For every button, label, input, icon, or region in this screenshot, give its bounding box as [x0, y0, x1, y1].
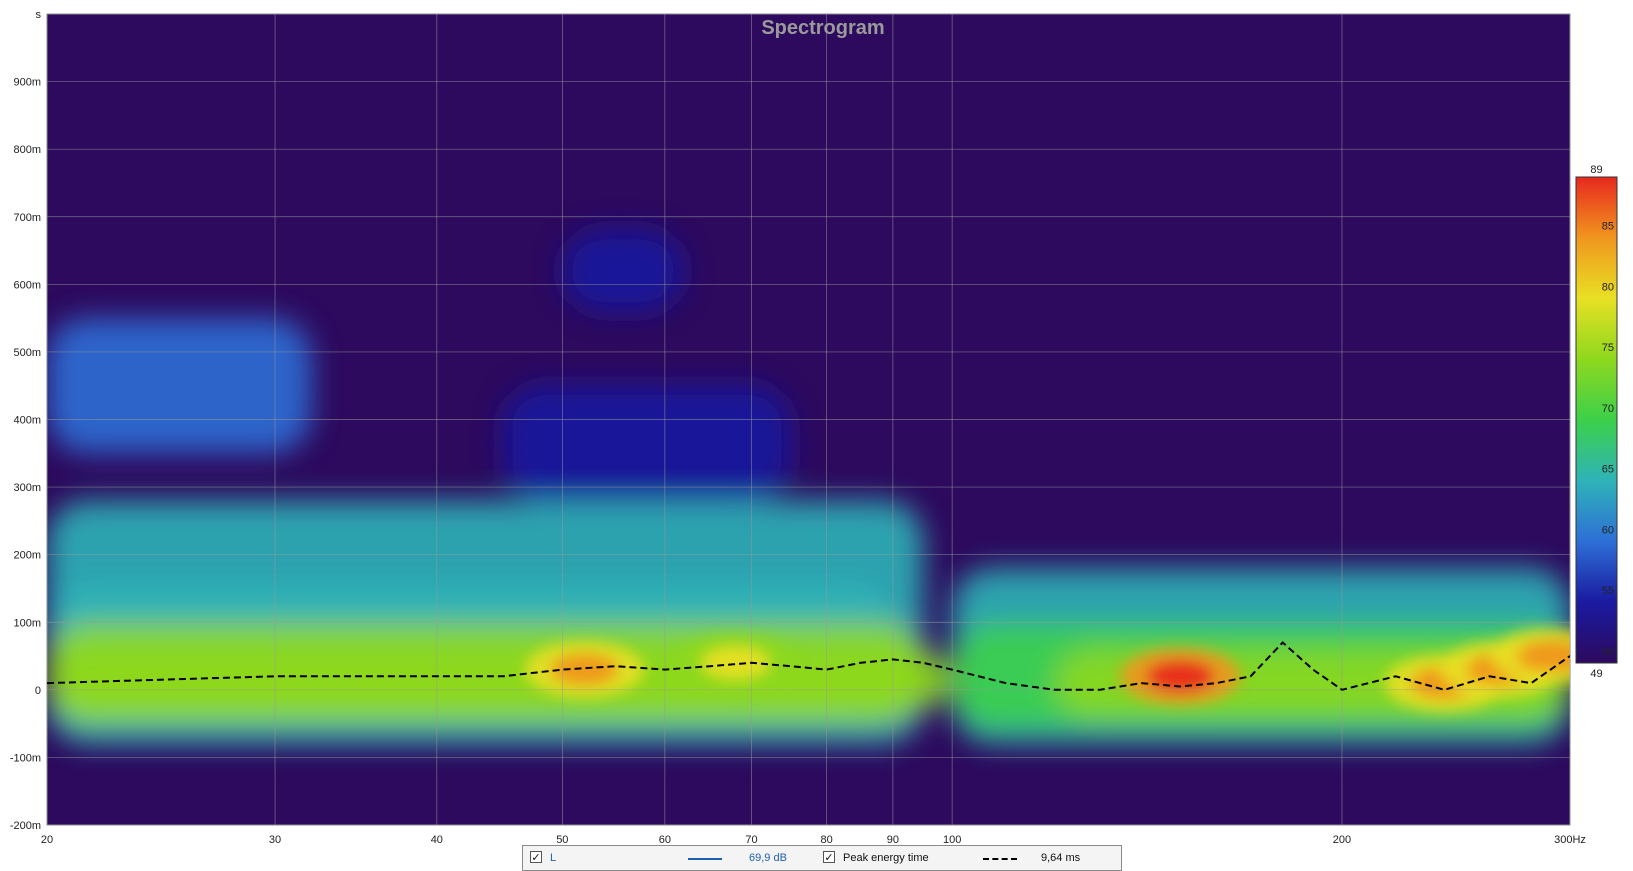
y-axis-ticks: -200m -100m 0 100m 200m 300m 400m 500m 600m 700m 8… [10, 9, 42, 832]
y-tick-label-8: 600m [13, 279, 41, 291]
heat-band-8 [503, 385, 791, 501]
spectrogram-chart: Spectrogram 20 30 40 50 60 70 80 90 100 200 300Hz … [10, 9, 1618, 846]
series-peak-energy-value: 9,64 ms [1041, 852, 1081, 864]
y-tick-label-1: -100m [10, 752, 41, 764]
colorbar-tick-6: 75 [1602, 342, 1614, 354]
x-tick-label-10: 300Hz [1554, 834, 1586, 846]
hotspot-core-2 [1146, 660, 1215, 693]
hotspot-core-1 [701, 646, 770, 679]
x-tick-label-1: 30 [269, 834, 281, 846]
series-l-label: L [550, 852, 557, 864]
y-tick-label-9: 700m [13, 212, 41, 224]
colorbar-tick-7: 80 [1602, 281, 1614, 293]
y-tick-label-5: 300m [13, 482, 41, 494]
heat-band-7 [47, 318, 312, 454]
series-l-swatch [688, 858, 722, 860]
chart-title: Spectrogram [761, 17, 884, 39]
series-peak-energy-label: Peak energy time [843, 852, 929, 864]
hotspot-core-5 [1516, 640, 1570, 673]
series-l-checkbox[interactable]: ✓ [530, 851, 542, 864]
y-tick-label-3: 100m [13, 617, 41, 629]
series-peak-energy-checkbox[interactable]: ✓ [823, 851, 835, 864]
x-tick-label-2: 40 [431, 834, 443, 846]
y-tick-label-7: 500m [13, 347, 41, 359]
colorbar-tick-0: 49 [1590, 668, 1602, 680]
x-tick-label-9: 200 [1333, 834, 1351, 846]
series-l-value: 69,9 dB [749, 852, 787, 864]
x-tick-label-0: 20 [41, 834, 53, 846]
colorbar-tick-8: 85 [1602, 221, 1614, 233]
colorbar-tick-4: 65 [1602, 464, 1614, 476]
y-tick-label-10: 800m [13, 144, 41, 156]
colorbar: 4950 55 60 65 70 75 80 85 89 [1575, 164, 1618, 680]
colorbar-tick-3: 60 [1602, 524, 1614, 536]
series-peak-energy-swatch [983, 858, 1017, 860]
colorbar-tick-1: 50 [1602, 646, 1614, 658]
colorbar-tick-5: 70 [1602, 403, 1614, 415]
hotspot-core-0 [550, 653, 619, 686]
y-tick-label-0: -200m [10, 820, 41, 832]
y-tick-label-2: 0 [35, 685, 41, 697]
y-tick-label-6: 400m [13, 415, 41, 427]
legend-bar: ✓ L 69,9 dB ✓ Peak energy time 9,64 ms [522, 845, 1122, 871]
colorbar-tick-2: 55 [1602, 585, 1614, 597]
y-tick-label-11: 900m [13, 77, 41, 89]
y-tick-label-4: 200m [13, 550, 41, 562]
colorbar-tick-9: 89 [1590, 164, 1602, 176]
y-tick-label-12: s [36, 9, 42, 21]
